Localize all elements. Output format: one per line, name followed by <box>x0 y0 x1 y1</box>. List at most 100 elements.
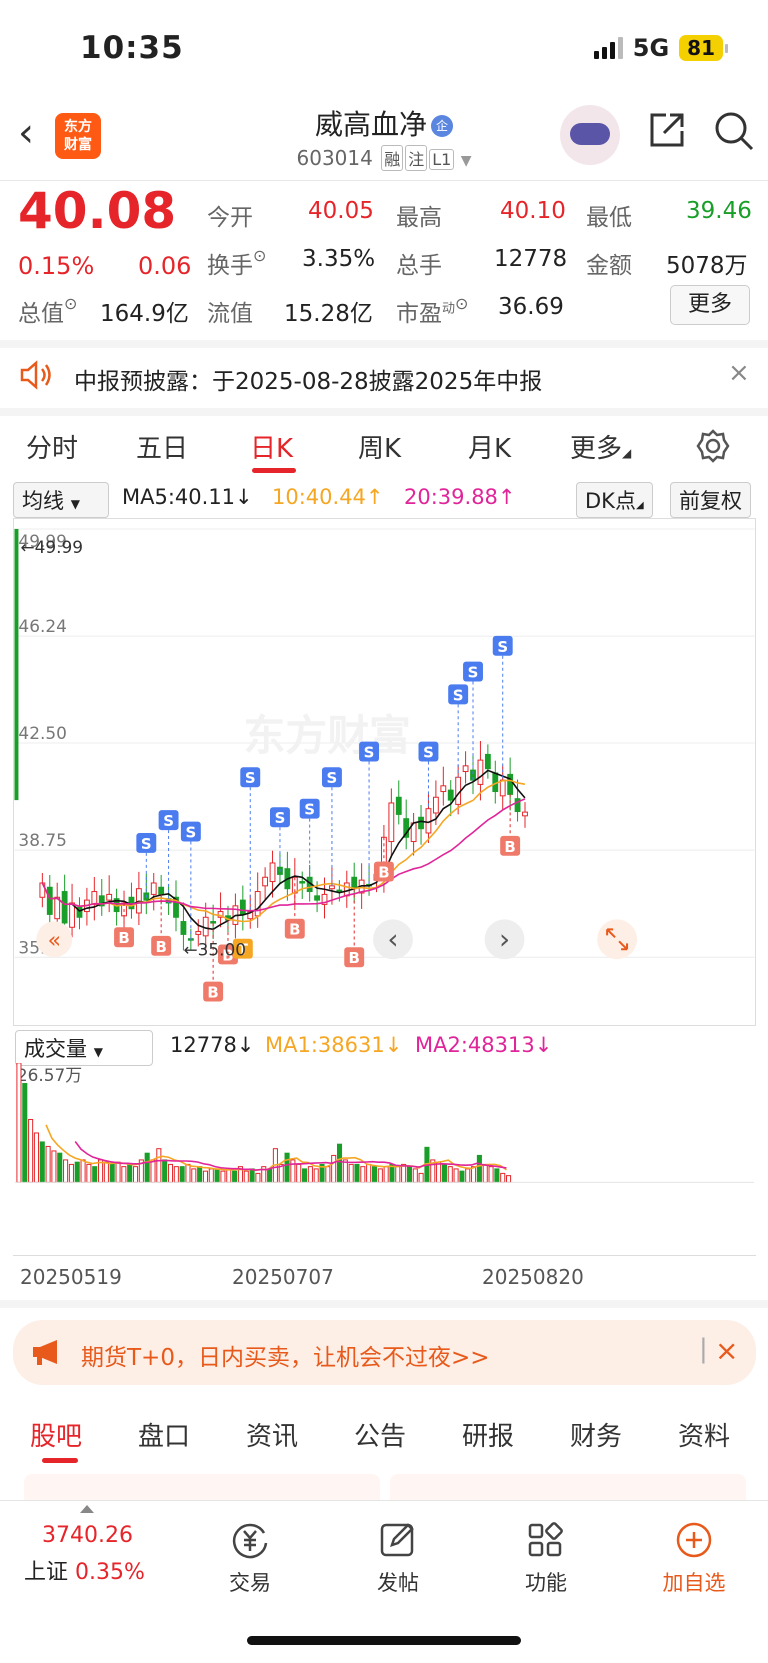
tab-research[interactable]: 研报 <box>462 1416 514 1453</box>
nav-add-watchlist[interactable]: 加自选 <box>644 1521 744 1597</box>
volume-bar <box>383 1166 389 1183</box>
candle-body <box>388 802 395 843</box>
volume-bar <box>436 1161 442 1183</box>
candle-body <box>507 773 514 795</box>
y-tick-label: 38.75 <box>18 830 66 850</box>
volume-bar <box>39 1141 45 1183</box>
dropdown-icon[interactable]: ▼ <box>461 153 472 169</box>
volume-bar <box>92 1166 98 1183</box>
mktcap-value: 164.9亿 <box>100 301 189 327</box>
volume-bar <box>447 1166 453 1183</box>
gear-icon[interactable] <box>695 428 731 464</box>
sell-signal-label: S <box>327 769 338 787</box>
candle-body <box>46 886 53 915</box>
nav-trade[interactable]: 交易 <box>200 1521 300 1597</box>
home-indicator <box>247 1636 521 1645</box>
low-label: 最低 <box>586 205 632 231</box>
candle-body <box>440 785 447 793</box>
vol-ma1-value: MA1:38631↓ <box>265 1033 403 1057</box>
registration-tag: 注 <box>405 145 428 171</box>
date-label-start: 20250519 <box>20 1265 122 1289</box>
buy-signal-label: B <box>118 929 129 947</box>
tab-profile[interactable]: 资料 <box>678 1416 730 1453</box>
tab-more[interactable]: 更多◢ <box>570 428 631 465</box>
sell-signal-label: S <box>245 769 256 787</box>
nav-post[interactable]: 发帖 <box>348 1521 448 1597</box>
tab-pankou[interactable]: 盘口 <box>138 1416 190 1453</box>
tab-five-day[interactable]: 五日 <box>136 428 188 465</box>
stock-header: ‹ 东方 财富 威高血净企 603014 融注 L1 ▼ <box>0 95 768 180</box>
adjust-button[interactable]: 前复权 <box>670 482 751 518</box>
search-icon[interactable] <box>712 109 756 153</box>
volume-bar <box>162 1159 168 1183</box>
tab-guba[interactable]: 股吧 <box>30 1416 82 1453</box>
tab-intraday[interactable]: 分时 <box>26 428 78 465</box>
signal-icon <box>593 37 623 59</box>
watermark: 东方财富 <box>244 711 411 760</box>
chart-tabs: 分时 五日 日K 周K 月K 更多◢ <box>0 418 768 478</box>
buy-signal-label: B <box>289 921 300 939</box>
date-label-end: 20250820 <box>482 1265 584 1289</box>
tab-daily-k[interactable]: 日K <box>250 428 293 465</box>
info-icon[interactable]: ⊙ <box>455 294 468 313</box>
max-price-marker: ←49.99 <box>20 537 83 557</box>
volume-chart[interactable]: 26.57万 <box>13 1063 756 1256</box>
volume-bar <box>132 1166 139 1183</box>
candle-body <box>106 893 113 901</box>
edit-icon <box>380 1523 414 1557</box>
add-icon <box>676 1522 712 1558</box>
index-value: 3740.26 <box>42 1523 133 1548</box>
candle-body <box>195 931 202 935</box>
status-time: 10:35 <box>80 30 184 66</box>
level-tag: L1 <box>429 149 455 170</box>
high-value: 40.10 <box>500 198 566 224</box>
info-icon[interactable]: ⊙ <box>64 294 77 313</box>
candlestick-chart[interactable]: 49.9946.2442.5038.7535.00东方财富SSSSSSSSSSS… <box>13 518 756 1026</box>
nav-functions[interactable]: 功能 <box>496 1521 596 1597</box>
volume-bar <box>453 1168 459 1183</box>
volume-bar <box>284 1152 290 1183</box>
pe-label: 市盈动⊙ <box>396 294 469 327</box>
volume-bar <box>307 1166 313 1183</box>
promo-banner[interactable]: 期货T+0，日内买卖，让机会不过夜>> | × <box>13 1320 756 1385</box>
index-ticker[interactable]: 3740.26 上证 0.35% <box>24 1505 174 1586</box>
more-quote-button[interactable]: 更多 <box>670 285 750 325</box>
volume-bar <box>214 1168 220 1183</box>
mktcap-label: 总值⊙ <box>18 294 78 327</box>
volume-bar <box>366 1163 372 1183</box>
volume-bar <box>331 1154 337 1183</box>
volume-select[interactable]: 成交量 ▼ <box>15 1030 153 1066</box>
assistant-robot-icon[interactable] <box>560 105 620 165</box>
sell-signal-label: S <box>163 812 174 830</box>
status-indicators: 5G 81 <box>593 34 728 62</box>
tab-announcements[interactable]: 公告 <box>354 1416 406 1453</box>
notice-bar[interactable]: 中报预披露：于2025-08-28披露2025年中报 × <box>0 352 768 406</box>
min-price-marker: ←35.00 <box>183 939 246 959</box>
sell-signal-label: S <box>497 638 508 656</box>
volume-bar <box>109 1163 115 1183</box>
volume-bar <box>121 1166 127 1183</box>
candle-body <box>351 876 358 890</box>
candle-body <box>314 895 320 901</box>
candle-body <box>61 891 68 924</box>
volume-value: 12778↓ <box>170 1033 255 1057</box>
info-icon[interactable]: ⊙ <box>253 246 266 265</box>
tab-monthly-k[interactable]: 月K <box>468 428 511 465</box>
dk-point-button[interactable]: DK点◢ <box>576 482 653 518</box>
close-icon[interactable]: × <box>715 1334 738 1367</box>
volume-bar <box>500 1172 506 1183</box>
tab-weekly-k[interactable]: 周K <box>358 428 401 465</box>
candle-body <box>329 885 335 890</box>
candle-body <box>484 753 491 770</box>
expand-icon <box>80 1505 94 1513</box>
tab-finance[interactable]: 财务 <box>570 1416 622 1453</box>
volume-bar <box>255 1172 261 1183</box>
share-icon[interactable] <box>646 109 688 151</box>
tab-news[interactable]: 资讯 <box>246 1416 298 1453</box>
volume-bar <box>57 1152 63 1183</box>
indicator-select[interactable]: 均线 ▼ <box>13 482 109 518</box>
y-tick-label: 42.50 <box>18 723 66 743</box>
close-icon[interactable]: × <box>728 358 750 388</box>
index-pct: 0.35% <box>75 1560 145 1585</box>
battery-level: 81 <box>679 35 723 61</box>
